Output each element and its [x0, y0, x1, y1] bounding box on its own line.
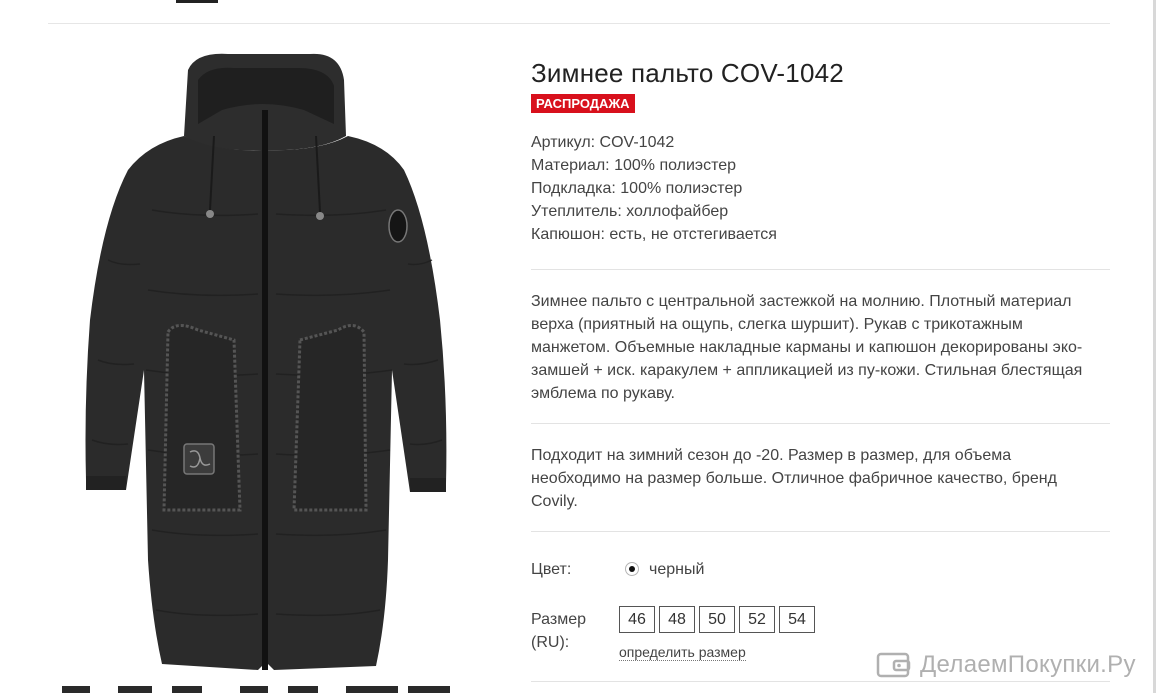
- section-divider: [531, 423, 1110, 424]
- product-description: Зимнее пальто с центральной застежкой на…: [531, 290, 1111, 405]
- color-option-label[interactable]: черный: [649, 561, 704, 579]
- spec-value: 100% полиэстер: [620, 180, 743, 197]
- color-radio-black[interactable]: [625, 562, 639, 576]
- section-divider: [531, 269, 1110, 270]
- drawstring-tip: [316, 212, 324, 220]
- description-line: эмблема по рукаву.: [531, 385, 675, 402]
- sleeve-emblem: [388, 209, 408, 243]
- description-line: Зимнее пальто с центральной застежкой на…: [531, 293, 1072, 310]
- thumbnail[interactable]: [288, 686, 318, 693]
- fit-note-line: необходимо на размер больше. Отличное фа…: [531, 470, 1057, 487]
- size-option-46[interactable]: 46: [619, 606, 655, 633]
- left-pocket: [162, 324, 242, 512]
- size-option-48[interactable]: 48: [659, 606, 695, 633]
- spec-insulation: Утеплитель: холлофайбер: [531, 200, 1111, 223]
- active-nav-underline: [176, 0, 218, 3]
- spec-material: Материал: 100% полиэстер: [531, 154, 1111, 177]
- spec-value: 100% полиэстер: [614, 157, 737, 174]
- spec-label: Артикул:: [531, 134, 596, 151]
- wallet-icon: [876, 652, 911, 678]
- fit-note-line: Подходит на зимний сезон до -20. Размер …: [531, 447, 1012, 464]
- spec-value: есть, не отстегивается: [609, 226, 777, 243]
- size-label-unit: (RU):: [531, 634, 570, 651]
- drawstring-tip: [206, 210, 214, 218]
- spec-label: Капюшон:: [531, 226, 605, 243]
- thumbnail[interactable]: [118, 686, 152, 693]
- spec-value: COV-1042: [599, 134, 675, 151]
- product-specs: Артикул: COV-1042 Материал: 100% полиэст…: [531, 131, 1111, 246]
- product-title: Зимнее пальто COV-1042: [531, 58, 844, 88]
- spec-label: Подкладка:: [531, 180, 616, 197]
- site-watermark: ДелаемПокупки.Ру: [876, 648, 1146, 684]
- right-pocket: [292, 324, 368, 512]
- spec-hood: Капюшон: есть, не отстегивается: [531, 223, 1111, 246]
- watermark-text: ДелаемПокупки.Ру: [920, 651, 1136, 678]
- product-photo[interactable]: [48, 40, 508, 680]
- spec-label: Утеплитель:: [531, 203, 622, 220]
- top-navigation: [48, 0, 1110, 24]
- fit-note-line: Covily.: [531, 493, 578, 510]
- spec-label: Материал:: [531, 157, 610, 174]
- spec-lining: Подкладка: 100% полиэстер: [531, 177, 1111, 200]
- description-line: замшей + иск. каракулем + аппликацией из…: [531, 362, 1083, 379]
- size-guide-link[interactable]: определить размер: [619, 644, 746, 661]
- spec-value: холлофайбер: [626, 203, 729, 220]
- thumbnail-strip: [48, 686, 468, 693]
- size-option-50[interactable]: 50: [699, 606, 735, 633]
- size-label: Размер: [531, 611, 586, 628]
- center-zipper: [262, 110, 268, 670]
- sale-badge: РАСПРОДАЖА: [531, 94, 635, 113]
- description-line: верха (приятный на ощупь, слегка шуршит)…: [531, 316, 1023, 333]
- pocket-applique: [183, 443, 215, 475]
- thumbnail[interactable]: [172, 686, 202, 693]
- description-line: манжетом. Объемные накладные карманы и к…: [531, 339, 1083, 356]
- fit-note: Подходит на зимний сезон до -20. Размер …: [531, 444, 1111, 513]
- thumbnail[interactable]: [346, 686, 398, 693]
- product-page: Зимнее пальто COV-1042 РАСПРОДАЖА Артику…: [0, 0, 1156, 693]
- spec-article: Артикул: COV-1042: [531, 131, 1111, 154]
- size-option-52[interactable]: 52: [739, 606, 775, 633]
- section-divider: [531, 531, 1110, 532]
- thumbnail[interactable]: [62, 686, 90, 693]
- thumbnail[interactable]: [240, 686, 268, 693]
- thumbnail[interactable]: [408, 686, 450, 693]
- product-details: Зимнее пальто COV-1042 РАСПРОДАЖА Артику…: [531, 56, 1111, 246]
- size-option-54[interactable]: 54: [779, 606, 815, 633]
- color-label: Цвет:: [531, 561, 572, 578]
